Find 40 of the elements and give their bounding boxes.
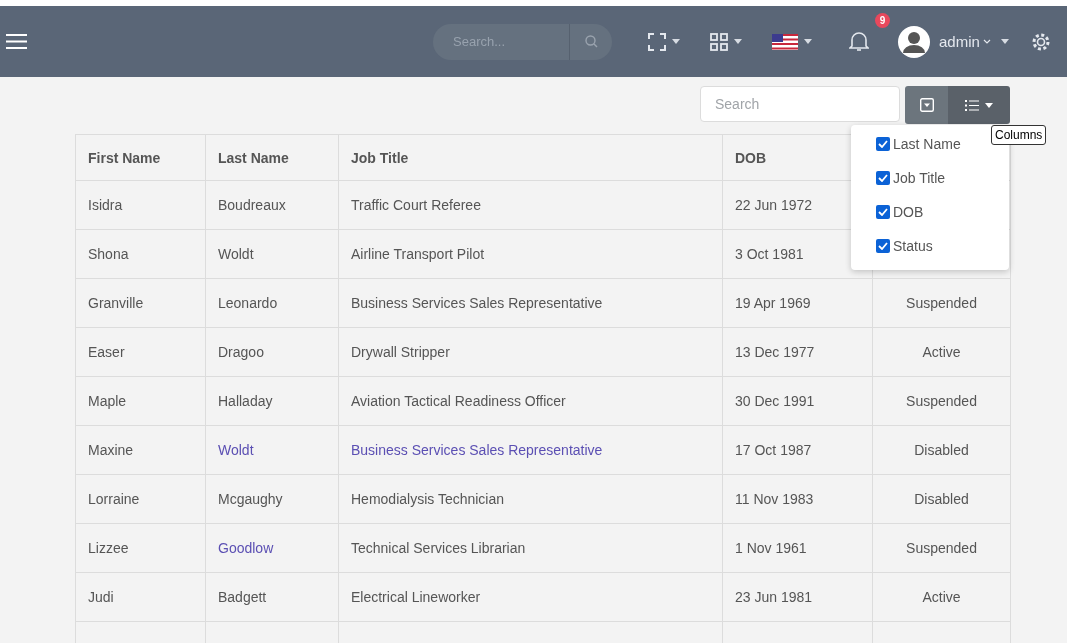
table-cell: Electrical Lineworker <box>338 572 723 622</box>
table-cell: Isidra <box>75 180 206 230</box>
notification-badge: 9 <box>875 13 890 28</box>
table-cell: Aviation Tactical Readiness Officer <box>338 376 723 426</box>
table-cell: Maxine <box>75 425 206 475</box>
table-cell: Technical Services Librarian <box>338 523 723 573</box>
table-cell: 17 Oct 1987 <box>722 425 873 475</box>
table-cell: Active <box>872 327 1011 377</box>
table-cell: Business Services Sales Representative <box>338 278 723 328</box>
table-cell: Judi <box>75 572 206 622</box>
table-cell: Mcgaughy <box>205 474 339 524</box>
table-cell: Suspended <box>872 278 1011 328</box>
table-cell: 13 Dec 1977 <box>722 327 873 377</box>
table-cell: Lizzee <box>75 523 206 573</box>
table-cell: 1 Nov 1961 <box>722 523 873 573</box>
table-cell: Drywall Stripper <box>338 327 723 377</box>
table-cell: Leonardo <box>205 278 339 328</box>
table-cell: Airline Transport Pilot <box>338 229 723 279</box>
table-cell: Hemodialysis Technician <box>338 474 723 524</box>
table-cell: Shona <box>75 229 206 279</box>
table-cell: Granville <box>75 278 206 328</box>
table-cell: Halladay <box>205 376 339 426</box>
table-cell: Active <box>872 572 1011 622</box>
table-cell: Disabled <box>872 425 1011 475</box>
table-cell: 19 Apr 1969 <box>722 278 873 328</box>
table-cell: Easer <box>75 327 206 377</box>
table-cell: Woldt <box>205 229 339 279</box>
tooltip: Columns <box>991 125 1047 145</box>
table-cell: Traffic Court Referee <box>338 180 723 230</box>
table-cell: Disabled <box>872 474 1011 524</box>
table-cell: Maple <box>75 376 206 426</box>
table-cell: 11 Nov 1983 <box>722 474 873 524</box>
table-cell: 23 Jun 1981 <box>722 572 873 622</box>
table-cell: Suspended <box>872 523 1011 573</box>
table-cell: 30 Dec 1991 <box>722 376 873 426</box>
table-cell: Suspended <box>872 376 1011 426</box>
table-cell: Dragoo <box>205 327 339 377</box>
table-cell: Badgett <box>205 572 339 622</box>
table-cell: Lorraine <box>75 474 206 524</box>
table-cell: Boudreaux <box>205 180 339 230</box>
